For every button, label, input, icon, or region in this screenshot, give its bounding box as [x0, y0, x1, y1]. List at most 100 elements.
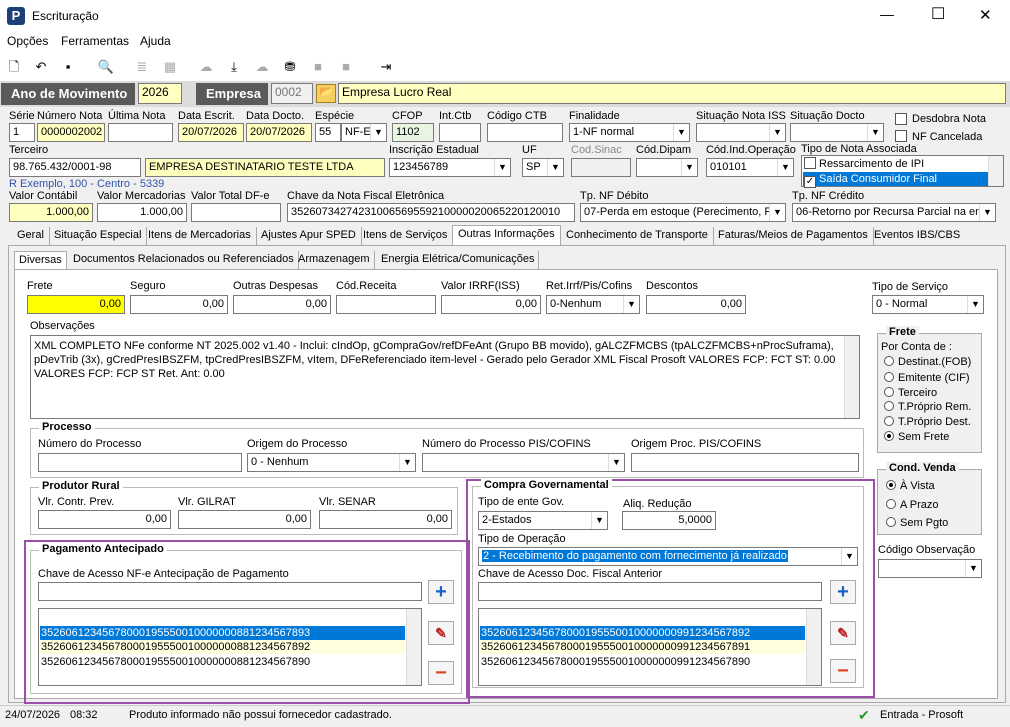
- blank1-icon[interactable]: ■: [308, 57, 328, 77]
- pag-list[interactable]: 3526061234567800019555001000000088123456…: [38, 608, 422, 686]
- tab-eventos[interactable]: Eventos IBS/CBS: [869, 227, 965, 246]
- radio-fob[interactable]: Destinat.(FOB): [884, 356, 971, 368]
- numproc-field[interactable]: [38, 453, 242, 472]
- retirrf-select[interactable]: 0-Nenhum ▼: [546, 295, 640, 314]
- origproc-select[interactable]: 0 - Nenhum ▼: [247, 453, 416, 472]
- remove-cg-button[interactable]: −: [830, 659, 856, 683]
- scrollbar[interactable]: [406, 609, 421, 685]
- ie-select[interactable]: 123456789 ▼: [389, 158, 511, 177]
- exit-icon[interactable]: ⇥: [376, 57, 396, 77]
- intctb-field[interactable]: [439, 123, 481, 142]
- radio-a-vista[interactable]: À Vista: [886, 480, 935, 492]
- tipoassoc-list[interactable]: Ressarcimento de IPI ✓ Saída Consumidor F…: [801, 155, 1004, 188]
- undo-icon[interactable]: ↶: [31, 57, 51, 77]
- close-button[interactable]: ✕: [979, 6, 992, 24]
- terceiro-field[interactable]: 98.765.432/0001-98: [9, 158, 141, 177]
- especie-select[interactable]: NF-E ▼: [341, 123, 387, 142]
- numero-field[interactable]: 0000002002: [37, 123, 105, 142]
- list-item[interactable]: 3526061234567800019555001000000099123456…: [480, 655, 805, 669]
- sinac-field[interactable]: [571, 158, 631, 177]
- cg-list[interactable]: 3526061234567800019555001000000099123456…: [478, 608, 822, 686]
- desc-field[interactable]: 0,00: [646, 295, 746, 314]
- tab-itens-servicos[interactable]: Itens de Serviços: [358, 227, 454, 246]
- codobs-select[interactable]: ▼: [878, 559, 982, 578]
- gilrat-field[interactable]: 0,00: [178, 510, 311, 529]
- blank2-icon[interactable]: ■: [336, 57, 356, 77]
- list-item[interactable]: ✓ Saída Consumidor Final: [803, 172, 989, 188]
- subtab-energia[interactable]: Energia Elétrica/Comunicações: [377, 251, 540, 269]
- sitiss-select[interactable]: ▼: [696, 123, 786, 142]
- menu-opcoes[interactable]: Opções: [7, 34, 48, 48]
- dipam-select[interactable]: ▼: [636, 158, 698, 177]
- vcont-field[interactable]: 1.000,00: [9, 203, 93, 222]
- tab-itens-mercadorias[interactable]: Itens de Mercadorias: [143, 227, 257, 246]
- radio-sem-pgto[interactable]: Sem Pgto: [886, 517, 948, 529]
- numpis-select[interactable]: ▼: [422, 453, 625, 472]
- serie-field[interactable]: 1: [9, 123, 35, 142]
- vtot-field[interactable]: [191, 203, 281, 222]
- empresa-code-field[interactable]: 0002: [271, 83, 313, 104]
- frete-field[interactable]: 0,00: [27, 295, 125, 314]
- minimize-button[interactable]: —: [880, 6, 894, 22]
- preview-icon[interactable]: 🔍: [96, 57, 116, 77]
- menu-ferramentas[interactable]: Ferramentas: [61, 34, 129, 48]
- assoc-checkbox-1[interactable]: [804, 157, 816, 169]
- maximize-button[interactable]: ☐: [931, 4, 945, 24]
- tab-outras-informacoes[interactable]: Outras Informações: [452, 225, 561, 246]
- enteg-select[interactable]: 2-Estados ▼: [478, 511, 608, 530]
- radio-proprio-dest[interactable]: T.Próprio Dest.: [884, 416, 971, 428]
- radio-a-prazo[interactable]: A Prazo: [886, 499, 939, 511]
- tab-ajustes-sped[interactable]: Ajustes Apur SPED: [256, 227, 362, 246]
- tab-faturas[interactable]: Faturas/Meios de Pagamentos: [713, 227, 874, 246]
- dtescr-field[interactable]: 20/07/2026: [178, 123, 244, 142]
- senar-field[interactable]: 0,00: [319, 510, 452, 529]
- list-item[interactable]: 3526061234567800019555001000000088123456…: [40, 655, 405, 669]
- radio-terceiro[interactable]: Terceiro: [884, 387, 937, 399]
- cfop-field[interactable]: 1102: [392, 123, 434, 142]
- dtdoc-field[interactable]: 20/07/2026: [246, 123, 312, 142]
- cloud2-icon[interactable]: ☁: [252, 57, 272, 77]
- list-item[interactable]: Ressarcimento de IPI: [803, 157, 989, 171]
- indop-select[interactable]: 010101 ▼: [706, 158, 794, 177]
- especie-code-field[interactable]: 55: [315, 123, 341, 142]
- add-pag-button[interactable]: +: [428, 580, 454, 604]
- cloud-icon[interactable]: ☁: [196, 57, 216, 77]
- save-icon[interactable]: ▪: [58, 57, 78, 77]
- tab-conhecimento[interactable]: Conhecimento de Transporte: [561, 227, 714, 246]
- tpcred-select[interactable]: 06-Retorno por Recursa Parcial na en ▼: [792, 203, 996, 222]
- tiposerv-select[interactable]: 0 - Normal ▼: [872, 295, 984, 314]
- edit-pag-button[interactable]: ✎: [428, 621, 454, 645]
- cancelada-checkbox[interactable]: [895, 130, 907, 142]
- tab-geral[interactable]: Geral: [12, 227, 50, 246]
- aliq-field[interactable]: 5,0000: [622, 511, 716, 530]
- radio-sem-frete[interactable]: Sem Frete: [884, 431, 949, 443]
- obs-textarea[interactable]: XML COMPLETO NFe conforme NT 2025.002 v1…: [30, 335, 860, 419]
- list-item[interactable]: 3526061234567800019555001000000088123456…: [40, 640, 405, 654]
- codrec-field[interactable]: [336, 295, 436, 314]
- menu-ajuda[interactable]: Ajuda: [140, 34, 171, 48]
- tpdeb-select[interactable]: 07-Perda em estoque (Perecimento, P ▼: [580, 203, 786, 222]
- radio-proprio-rem[interactable]: T.Próprio Rem.: [884, 401, 971, 413]
- tab-situacao-especial[interactable]: Situação Especial: [49, 227, 148, 246]
- outras-field[interactable]: 0,00: [233, 295, 331, 314]
- list-item[interactable]: 3526061234567800019555001000000088123456…: [40, 626, 405, 640]
- cib-icon[interactable]: ⛃: [280, 57, 300, 77]
- vmerc-field[interactable]: 1.000,00: [97, 203, 187, 222]
- edit-cg-button[interactable]: ✎: [830, 621, 856, 645]
- pagchave-field[interactable]: [38, 582, 422, 601]
- folder-icon[interactable]: 📂: [316, 84, 336, 103]
- chave-field[interactable]: 3526073427423100656955921000002006522012…: [287, 203, 575, 222]
- codctb-field[interactable]: [487, 123, 563, 142]
- cgchave-field[interactable]: [478, 582, 822, 601]
- contr-field[interactable]: 0,00: [38, 510, 171, 529]
- radio-cif[interactable]: Emitente (CIF): [884, 372, 970, 384]
- irrf-field[interactable]: 0,00: [441, 295, 541, 314]
- origpis-field[interactable]: [631, 453, 859, 472]
- subtab-documentos[interactable]: Documentos Relacionados ou Referenciados: [69, 251, 299, 269]
- ano-field[interactable]: 2026: [138, 83, 182, 104]
- tpop-select[interactable]: 2 - Recebimento do pagamento com forneci…: [478, 547, 858, 566]
- uf-select[interactable]: SP ▼: [522, 158, 564, 177]
- sitdoc-select[interactable]: ▼: [790, 123, 884, 142]
- scrollbar[interactable]: [806, 609, 821, 685]
- assoc-checkbox-2[interactable]: ✓: [804, 176, 816, 188]
